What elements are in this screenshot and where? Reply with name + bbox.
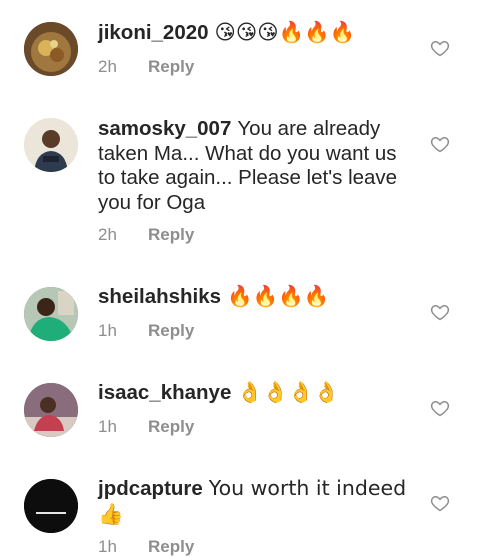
comment-meta: 1h Reply: [98, 321, 194, 341]
comment-text-block: jpdcapture You worth it indeed 👍: [98, 476, 416, 527]
like-heart-icon[interactable]: [430, 134, 450, 154]
comment-meta: 2h Reply: [98, 57, 194, 77]
comment-timestamp: 1h: [98, 321, 117, 340]
comment-username[interactable]: isaac_khanye: [98, 381, 231, 404]
food-plate-avatar-icon: [24, 22, 78, 76]
reply-button[interactable]: Reply: [148, 321, 194, 340]
comment-timestamp: 1h: [98, 537, 117, 556]
comment-timestamp: 1h: [98, 417, 117, 436]
reply-button[interactable]: Reply: [148, 537, 194, 556]
comment-body: 🔥🔥🔥🔥: [227, 284, 330, 308]
reply-button[interactable]: Reply: [148, 225, 194, 244]
comment-timestamp: 2h: [98, 225, 117, 244]
jp-capture-logo-avatar-icon: [24, 479, 78, 533]
reply-button[interactable]: Reply: [148, 417, 194, 436]
avatar[interactable]: [24, 479, 78, 533]
comment-text-block: isaac_khanye 👌👌👌👌: [98, 380, 416, 406]
comment-meta: 1h Reply: [98, 417, 194, 437]
like-heart-icon[interactable]: [430, 302, 450, 322]
avatar[interactable]: [24, 287, 78, 341]
like-heart-icon[interactable]: [430, 38, 450, 58]
woman-green-top-avatar-icon: [24, 287, 78, 341]
like-heart-icon[interactable]: [430, 493, 450, 513]
comment-username[interactable]: sheilahshiks: [98, 285, 221, 308]
avatar[interactable]: [24, 22, 78, 76]
comment-timestamp: 2h: [98, 57, 117, 76]
comment-text-block: sheilahshiks 🔥🔥🔥🔥: [98, 284, 416, 310]
man-portrait-avatar-icon: [24, 118, 78, 172]
comment-username[interactable]: samosky_007: [98, 117, 231, 140]
comment-meta: 1h Reply: [98, 537, 194, 557]
reply-button[interactable]: Reply: [148, 57, 194, 76]
avatar[interactable]: [24, 383, 78, 437]
comment-meta: 2h Reply: [98, 225, 194, 245]
person-bedroom-avatar-icon: [24, 383, 78, 437]
comment-text-block: jikoni_2020 😘😘😘🔥🔥🔥: [98, 20, 416, 46]
avatar[interactable]: [24, 118, 78, 172]
comment-username[interactable]: jpdcapture: [98, 477, 203, 500]
comment-body: 👌👌👌👌: [237, 380, 340, 404]
comment-username[interactable]: jikoni_2020: [98, 21, 209, 44]
like-heart-icon[interactable]: [430, 398, 450, 418]
comment-text-block: samosky_007 You are already taken Ma... W…: [98, 117, 416, 215]
comment-body: 😘😘😘🔥🔥🔥: [214, 20, 356, 44]
